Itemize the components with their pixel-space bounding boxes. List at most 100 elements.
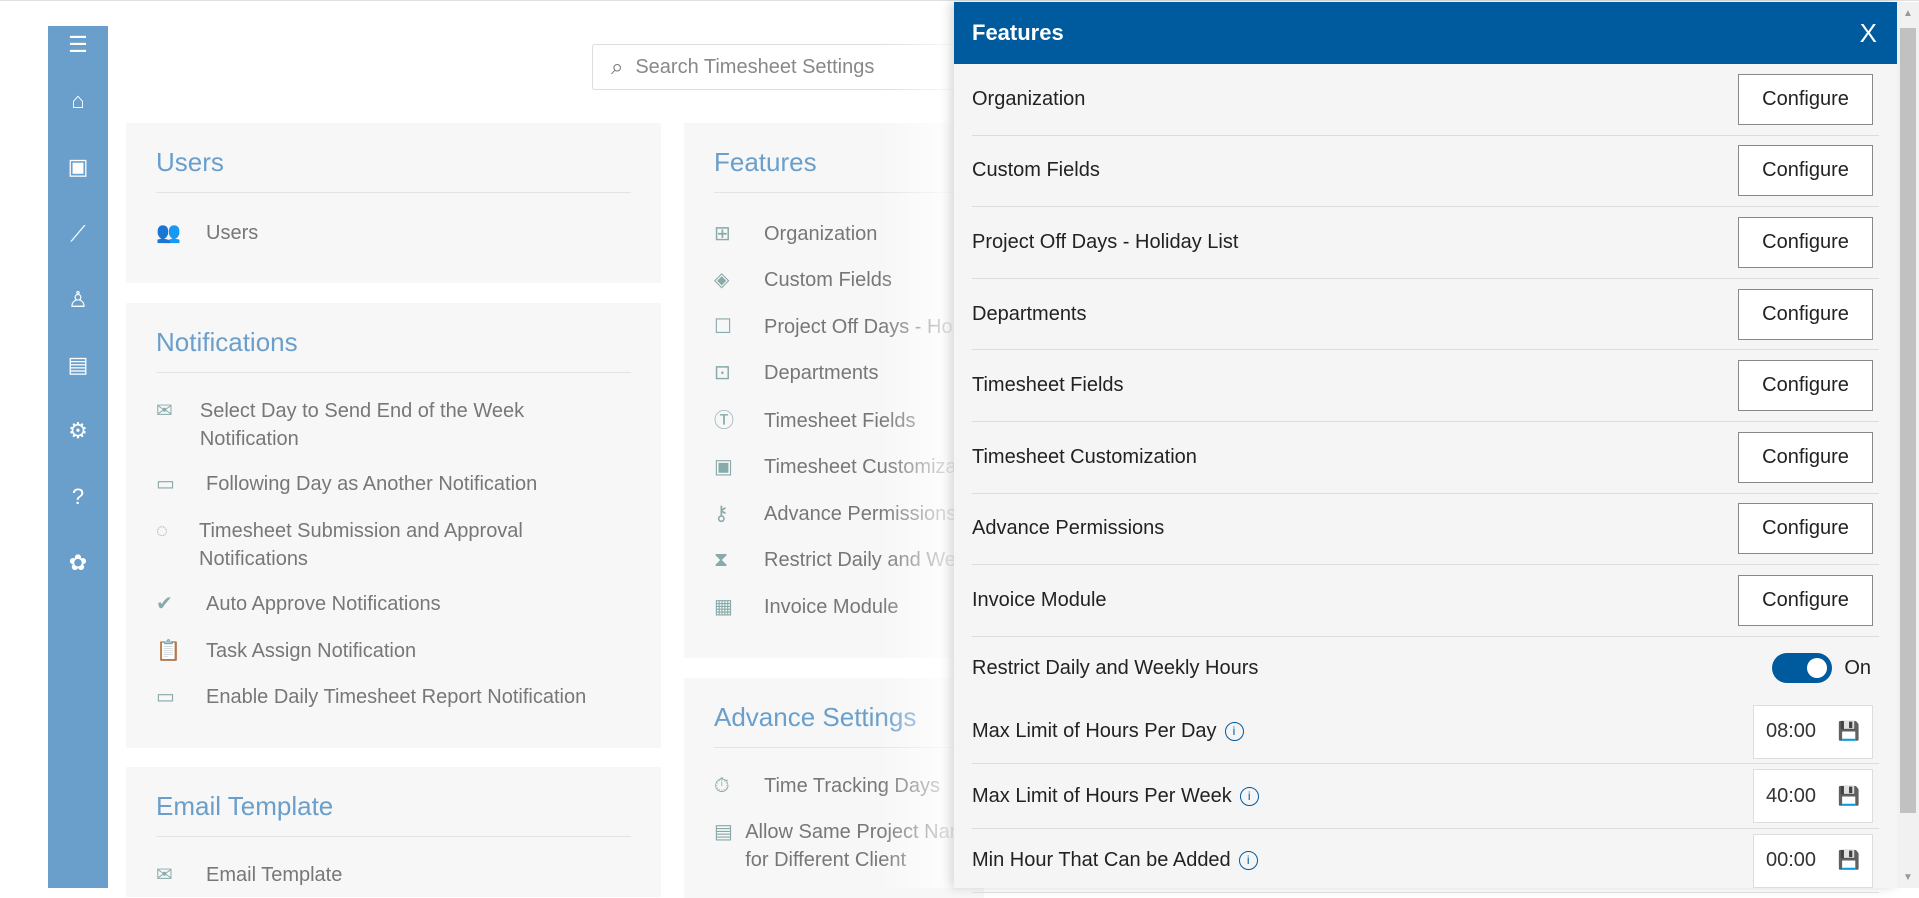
calculator-icon: ▦ bbox=[714, 596, 733, 618]
feature-row-label: Custom Fields bbox=[972, 159, 1100, 182]
mail-icon: ✉ bbox=[156, 864, 173, 886]
scroll-up-icon[interactable]: ▲ bbox=[1897, 8, 1919, 19]
time-value: 00:00 bbox=[1766, 849, 1817, 871]
scrollbar-thumb[interactable] bbox=[1900, 28, 1916, 813]
menu-icon[interactable]: ☰ bbox=[48, 30, 108, 60]
panel-title: Features bbox=[972, 20, 1064, 45]
feature-row: Organization Configure bbox=[972, 64, 1879, 136]
email-template-link[interactable]: ✉ Email Template bbox=[156, 861, 342, 889]
time-input[interactable]: 40:00 💾 bbox=[1753, 769, 1873, 823]
item-label: Following Day as Another Notification bbox=[206, 473, 538, 495]
configure-button[interactable]: Configure bbox=[1738, 145, 1873, 197]
close-icon[interactable]: X bbox=[1860, 18, 1877, 49]
notifications-card: Notifications ✉ Select Day to Send End of… bbox=[126, 303, 661, 748]
toggle-state: On bbox=[1844, 656, 1871, 679]
feature-row: Timesheet Customization Configure bbox=[972, 422, 1879, 494]
mail-icon: ✉ bbox=[156, 400, 173, 422]
panel-header: Features X bbox=[954, 2, 1897, 64]
notification-item[interactable]: ▭ Enable Daily Timesheet Report Notificat… bbox=[156, 683, 586, 711]
item-label: Email Template bbox=[206, 864, 343, 886]
info-icon[interactable]: i bbox=[1224, 722, 1244, 742]
panel-shadow bbox=[880, 1, 960, 888]
scroll-down-icon[interactable]: ▼ bbox=[1897, 872, 1919, 883]
help-icon[interactable]: ? bbox=[48, 482, 108, 512]
hours-limit-label: Max Limit of Hours Per Day bbox=[972, 720, 1217, 742]
feature-row-label: Invoice Module bbox=[972, 588, 1107, 611]
feature-row: Project Off Days - Holiday List Configure bbox=[972, 207, 1879, 279]
time-value: 08:00 bbox=[1766, 720, 1817, 742]
item-label: Task Assign Notification bbox=[206, 640, 417, 662]
configure-button[interactable]: Configure bbox=[1738, 73, 1873, 125]
feature-item[interactable]: ⊡ Departments bbox=[714, 359, 879, 387]
save-icon[interactable]: 💾 bbox=[1838, 786, 1860, 807]
feature-row: Invoice Module Configure bbox=[972, 565, 1879, 637]
feature-row-label: Timesheet Customization bbox=[972, 445, 1197, 468]
feature-row: Advance Permissions Configure bbox=[972, 494, 1879, 566]
configure-button[interactable]: Configure bbox=[1738, 431, 1873, 483]
configure-button[interactable]: Configure bbox=[1738, 503, 1873, 555]
key-icon: ⚷ bbox=[714, 503, 729, 525]
item-label: Select Day to Send End of the Week Notif… bbox=[199, 400, 525, 450]
item-label: Custom Fields bbox=[764, 269, 892, 291]
hourglass-icon: ⧗ bbox=[714, 549, 729, 571]
configure-button[interactable]: Configure bbox=[1738, 360, 1873, 412]
hours-limit-label: Min Hour That Can be Added bbox=[972, 849, 1231, 871]
briefcase-icon: ⊡ bbox=[714, 362, 731, 384]
save-icon[interactable]: 💾 bbox=[1838, 721, 1860, 742]
chart-icon[interactable]: ⟋ bbox=[48, 219, 108, 249]
timesheet-icon[interactable]: ▣ bbox=[48, 152, 108, 182]
configure-button[interactable]: Configure bbox=[1738, 216, 1873, 268]
info-icon[interactable]: i bbox=[1239, 786, 1259, 806]
comment-alert-icon: ▭ bbox=[156, 686, 175, 708]
users-link[interactable]: 👥 Users bbox=[156, 219, 258, 247]
time-input[interactable]: 08:00 💾 bbox=[1753, 704, 1873, 759]
configure-button[interactable]: Configure bbox=[1738, 288, 1873, 340]
users-card: Users 👥 Users bbox=[126, 123, 661, 283]
email-title: Email Template bbox=[156, 791, 631, 837]
user-settings-icon[interactable]: ♙ bbox=[48, 285, 108, 315]
notification-item[interactable]: ✔ Auto Approve Notifications bbox=[156, 590, 441, 618]
notification-item[interactable]: ◌ Timesheet Submission and Approval Notif… bbox=[156, 517, 576, 573]
home-icon[interactable]: ⌂ bbox=[48, 86, 108, 116]
notification-item[interactable]: 📋 Task Assign Notification bbox=[156, 637, 416, 665]
doc-check-icon: ✔ bbox=[156, 593, 173, 615]
restrict-toggle[interactable] bbox=[1772, 653, 1833, 684]
feature-row-label: Organization bbox=[972, 87, 1086, 110]
search-placeholder: Search Timesheet Settings bbox=[635, 55, 875, 78]
feature-item[interactable]: ⊞ Organization bbox=[714, 220, 877, 248]
search-icon: ⌕ bbox=[611, 54, 624, 79]
item-label: Timesheet Submission and Approval Notifi… bbox=[199, 520, 523, 570]
users-icon: 👥 bbox=[156, 222, 181, 244]
time-value: 40:00 bbox=[1766, 784, 1817, 807]
time-input[interactable]: 00:00 💾 bbox=[1753, 833, 1873, 888]
feature-row-label: Project Off Days - Holiday List bbox=[972, 230, 1239, 253]
item-label: Departments bbox=[764, 362, 879, 384]
billing-icon[interactable]: ✿ bbox=[48, 548, 108, 578]
feature-row: Timesheet Fields Configure bbox=[972, 350, 1879, 422]
feature-item[interactable]: ▦ Invoice Module bbox=[714, 593, 899, 621]
feature-row: Custom Fields Configure bbox=[972, 136, 1879, 208]
hours-limit-row: Max Limit of Hours Per Week i 40:00 💾 bbox=[972, 764, 1879, 829]
feature-row: Departments Configure bbox=[972, 279, 1879, 351]
save-icon[interactable]: 💾 bbox=[1838, 850, 1860, 871]
notification-item[interactable]: ▭ Following Day as Another Notification bbox=[156, 470, 537, 498]
report-icon[interactable]: ▤ bbox=[48, 350, 108, 380]
sync-icon: ◌ bbox=[156, 520, 168, 542]
feature-item[interactable]: ◈ Custom Fields bbox=[714, 266, 892, 294]
square-icon: ☐ bbox=[714, 316, 732, 338]
feature-row-label: Timesheet Fields bbox=[972, 374, 1124, 397]
item-label: Users bbox=[206, 222, 259, 244]
document-icon: ▤ bbox=[714, 821, 733, 843]
scrollbar[interactable]: ▲ ▼ bbox=[1897, 2, 1919, 888]
info-icon[interactable]: i bbox=[1238, 851, 1258, 871]
item-label: Enable Daily Timesheet Report Notificati… bbox=[206, 686, 587, 708]
item-label: Invoice Module bbox=[764, 596, 899, 618]
notifications-title: Notifications bbox=[156, 327, 631, 373]
hours-limit-row: Max Limit of Hours Per Day i 08:00 💾 bbox=[972, 700, 1879, 765]
users-title: Users bbox=[156, 147, 631, 193]
item-label: Auto Approve Notifications bbox=[206, 593, 441, 615]
configure-button[interactable]: Configure bbox=[1738, 574, 1873, 626]
notification-item[interactable]: ✉ Select Day to Send End of the Week Noti… bbox=[156, 397, 576, 453]
gear-icon[interactable]: ⚙ bbox=[48, 416, 108, 446]
feature-row-label: Departments bbox=[972, 302, 1087, 325]
